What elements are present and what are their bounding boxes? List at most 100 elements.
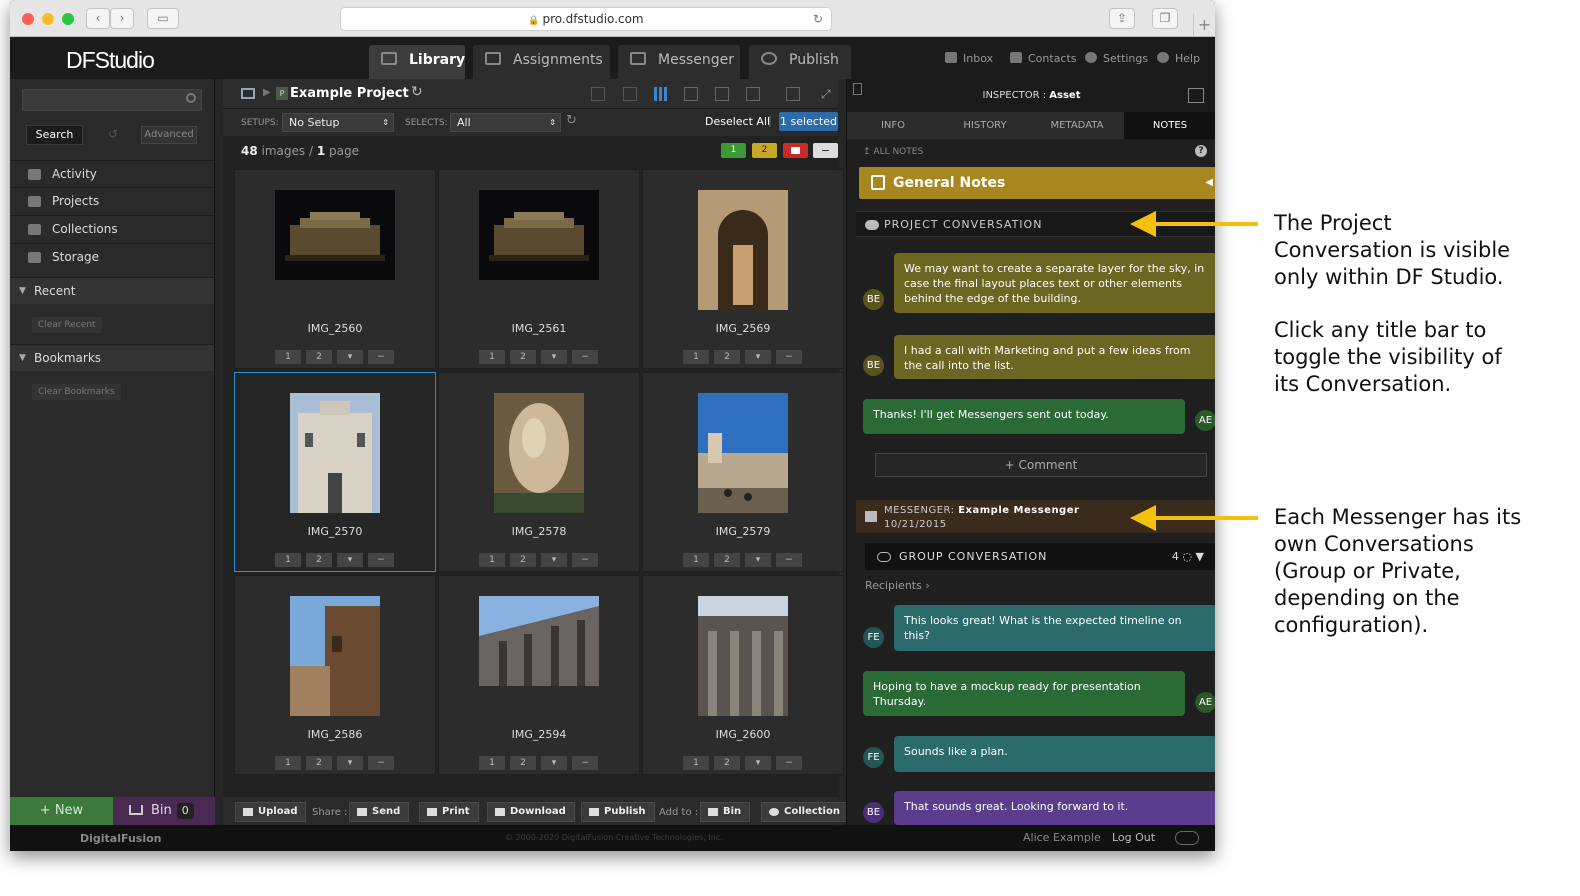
reload-icon[interactable]: ↻ xyxy=(813,8,823,30)
contacts-link[interactable]: Contacts xyxy=(1010,52,1077,65)
publish-button[interactable]: Publish xyxy=(581,802,655,822)
print-button[interactable]: Print xyxy=(419,802,479,822)
clear-bookmarks-button[interactable]: Clear Bookmarks xyxy=(32,384,121,400)
refresh-icon[interactable]: ↻ xyxy=(411,84,423,100)
eye-icon[interactable] xyxy=(1175,831,1199,845)
sidebar-item-projects[interactable]: Projects xyxy=(10,187,214,214)
sidebar-item-storage[interactable]: Storage xyxy=(10,243,214,270)
maximize-window-icon[interactable] xyxy=(62,13,74,25)
close-window-icon[interactable] xyxy=(22,13,34,25)
clear-recent-button[interactable]: Clear Recent xyxy=(32,317,102,333)
unrated-filter[interactable]: − xyxy=(813,143,838,158)
clear-rating-button[interactable]: − xyxy=(776,350,802,364)
list-view-icon[interactable] xyxy=(591,87,605,101)
split-view-icon[interactable] xyxy=(786,87,800,101)
tab-metadata[interactable]: METADATA xyxy=(1031,112,1123,139)
group-conversation-bar[interactable]: GROUP CONVERSATION 4 ◌ ▼ xyxy=(865,543,1215,570)
rate-2-button[interactable]: 2 xyxy=(510,553,536,567)
rate-1-button[interactable]: 1 xyxy=(479,756,505,770)
rate-2-button[interactable]: 2 xyxy=(306,350,332,364)
clear-rating-button[interactable]: − xyxy=(776,756,802,770)
rate-1-button[interactable]: 1 xyxy=(479,350,505,364)
download-button[interactable]: Download xyxy=(487,802,575,822)
image-cell[interactable]: IMG_2586 1 2 ▾ − xyxy=(234,575,436,775)
bookmark-icon[interactable] xyxy=(853,83,862,95)
back-icon[interactable]: ‹ xyxy=(86,8,110,29)
thumbs-down-icon[interactable]: ▾ xyxy=(745,756,771,770)
help-link[interactable]: Help xyxy=(1157,52,1200,65)
upload-button[interactable]: Upload xyxy=(235,802,307,822)
add-comment-button[interactable]: + Comment xyxy=(875,453,1207,477)
single-view-icon[interactable] xyxy=(715,87,729,101)
image-cell-selected[interactable]: IMG_2570 1 2 ▾ − xyxy=(234,372,436,572)
rate-1-button[interactable]: 1 xyxy=(683,756,709,770)
clear-rating-button[interactable]: − xyxy=(368,756,394,770)
large-grid-icon[interactable] xyxy=(684,87,698,101)
search-input[interactable] xyxy=(22,89,202,111)
sidebar-item-collections[interactable]: Collections xyxy=(10,215,214,242)
refresh-icon[interactable]: ↻ xyxy=(566,113,577,128)
recipients-link[interactable]: Recipients › xyxy=(865,579,930,592)
clear-rating-button[interactable]: − xyxy=(572,350,598,364)
thumbs-down-icon[interactable]: ▾ xyxy=(745,350,771,364)
clear-rating-button[interactable]: − xyxy=(368,553,394,567)
send-button[interactable]: Send xyxy=(349,802,410,822)
rate-2-button[interactable]: 2 xyxy=(714,350,740,364)
rate-2-button[interactable]: 2 xyxy=(306,756,332,770)
inbox-link[interactable]: Inbox xyxy=(945,52,993,65)
tab-assignments[interactable]: Assignments xyxy=(473,45,610,79)
clear-rating-button[interactable]: − xyxy=(572,756,598,770)
share-icon[interactable]: ⇪ xyxy=(1109,8,1135,29)
new-tab-icon[interactable]: + xyxy=(1193,14,1215,37)
all-notes-link[interactable]: ↥ ALL NOTES xyxy=(863,147,923,157)
thumbs-down-icon[interactable]: ▾ xyxy=(541,553,567,567)
fullscreen-icon[interactable]: ⤢ xyxy=(821,87,835,101)
rating-filter-1[interactable]: 1 xyxy=(721,143,746,158)
rate-1-button[interactable]: 1 xyxy=(275,350,301,364)
bookmarks-header[interactable]: ▼ Bookmarks xyxy=(10,344,214,371)
advanced-button[interactable]: Advanced xyxy=(141,126,197,144)
sidebar-item-activity[interactable]: Activity xyxy=(10,160,214,187)
search-button[interactable]: Search xyxy=(26,125,83,145)
add-to-collection-button[interactable]: Collection xyxy=(761,802,849,822)
thumbs-down-icon[interactable]: ▾ xyxy=(541,350,567,364)
settings-link[interactable]: Settings xyxy=(1085,52,1148,65)
setups-select[interactable]: No Setup ⇕ xyxy=(282,113,394,132)
small-grid-icon[interactable] xyxy=(654,87,668,101)
image-cell[interactable]: IMG_2578 1 2 ▾ − xyxy=(438,372,640,572)
rate-2-button[interactable]: 2 xyxy=(714,553,740,567)
rate-1-button[interactable]: 1 xyxy=(683,350,709,364)
reject-filter-button[interactable] xyxy=(783,143,808,158)
rate-1-button[interactable]: 1 xyxy=(275,553,301,567)
clear-rating-button[interactable]: − xyxy=(776,553,802,567)
general-notes-bar[interactable]: General Notes ◀ xyxy=(859,167,1215,199)
minimize-window-icon[interactable] xyxy=(42,13,54,25)
reset-icon[interactable]: ↺ xyxy=(108,127,118,141)
address-bar[interactable]: 🔒 pro.dfstudio.com ↻ xyxy=(340,7,832,31)
tab-notes[interactable]: NOTES xyxy=(1124,112,1215,139)
compare-view-icon[interactable] xyxy=(746,87,760,101)
image-cell[interactable]: IMG_2560 1 2 ▾ − xyxy=(234,169,436,369)
thumbs-down-icon[interactable]: ▾ xyxy=(745,553,771,567)
rate-1-button[interactable]: 1 xyxy=(683,553,709,567)
image-cell[interactable]: IMG_2600 1 2 ▾ − xyxy=(642,575,844,775)
rate-2-button[interactable]: 2 xyxy=(510,756,536,770)
tab-messenger[interactable]: Messenger xyxy=(618,45,740,79)
thumbs-down-icon[interactable]: ▾ xyxy=(541,756,567,770)
clear-rating-button[interactable]: − xyxy=(368,350,394,364)
tab-history[interactable]: HISTORY xyxy=(939,112,1031,139)
tab-library[interactable]: Library xyxy=(369,45,465,79)
help-icon[interactable]: ? xyxy=(1195,145,1207,157)
add-to-bin-button[interactable]: Bin xyxy=(700,802,751,822)
thumbs-down-icon[interactable]: ▾ xyxy=(337,553,363,567)
rate-1-button[interactable]: 1 xyxy=(275,756,301,770)
tab-info[interactable]: INFO xyxy=(847,112,939,139)
thumbs-down-icon[interactable]: ▾ xyxy=(337,350,363,364)
thumbs-down-icon[interactable]: ▾ xyxy=(337,756,363,770)
detail-view-icon[interactable] xyxy=(623,87,637,101)
user-name[interactable]: Alice Example xyxy=(1023,831,1101,844)
tab-publish[interactable]: Publish xyxy=(749,45,851,79)
logout-link[interactable]: Log Out xyxy=(1112,831,1155,844)
clear-rating-button[interactable]: − xyxy=(572,553,598,567)
tabs-icon[interactable]: ❐ xyxy=(1152,8,1178,29)
